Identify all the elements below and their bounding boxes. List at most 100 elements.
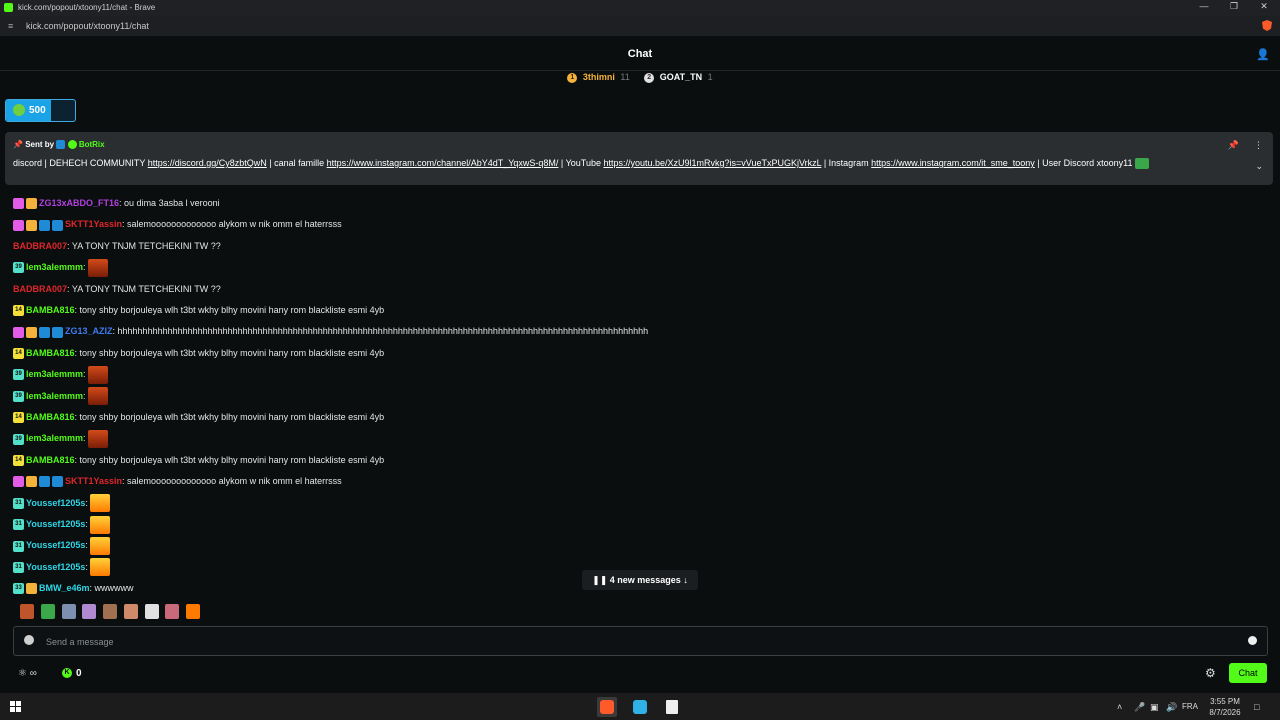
emote-icon[interactable] <box>103 604 118 619</box>
gold-medal-icon: 1 <box>567 72 578 83</box>
leaderboard-item[interactable]: 1 3thimni 11 <box>567 72 630 83</box>
language-indicator[interactable]: FRA <box>1182 702 1198 711</box>
subscriber-badge-icon: 31 <box>13 561 24 573</box>
chat-username[interactable]: BAMBA816 <box>26 348 75 358</box>
chat-username[interactable]: Youssef1205s <box>26 562 85 572</box>
chat-message: SKTT1Yassin: salemooooooooooooo alykom w… <box>13 214 342 234</box>
verified-badge-icon <box>39 326 50 338</box>
new-messages-button[interactable]: ❚❚ 4 new messages ↓ <box>582 570 698 590</box>
chevron-down-icon[interactable]: ⌄ <box>1255 161 1263 172</box>
crown-badge-icon <box>26 219 37 231</box>
minimize-icon[interactable]: — <box>1188 1 1220 15</box>
chat-username[interactable]: lem3alemmm <box>26 391 83 401</box>
site-info-icon[interactable]: ≡ <box>8 21 18 31</box>
emote-icon[interactable] <box>123 604 138 619</box>
goal-value: 500 <box>29 105 46 116</box>
leader-name: GOAT_TN <box>659 72 703 82</box>
app-taskbar-icon[interactable] <box>630 697 650 717</box>
chat-username[interactable]: BAMBA816 <box>26 455 75 465</box>
more-options-icon[interactable]: ⋮ <box>1254 140 1263 151</box>
chat-username[interactable]: lem3alemmm <box>26 369 83 379</box>
flame-emote-icon <box>90 515 111 534</box>
system-clock[interactable]: 3:55 PM 8/7/2026 <box>1205 696 1245 718</box>
pinned-sender-name[interactable]: BotRix <box>79 140 105 149</box>
url-text[interactable]: kick.com/popout/xtoony11/chat <box>26 21 149 31</box>
chat-username[interactable]: ZG13_AZIZ <box>65 326 113 336</box>
pinned-text-segment: | User Discord xtoony11 <box>1034 158 1133 168</box>
emote-icon[interactable] <box>186 604 201 619</box>
emote-icon[interactable] <box>61 604 76 619</box>
network-icon[interactable]: ▣ <box>1150 702 1159 713</box>
windows-start-icon[interactable] <box>10 701 21 712</box>
chat-username[interactable]: Youssef1205s <box>26 519 85 529</box>
leaderboard-item[interactable]: 2 GOAT_TN 1 <box>644 72 713 83</box>
kick-points-value: 0 <box>76 668 82 679</box>
pinned-link[interactable]: https://youtu.be/XzU9l1mRvkg?is=vVueTxPU… <box>603 158 821 168</box>
verified-badge-icon <box>52 326 63 338</box>
chat-username[interactable]: BADBRA007 <box>13 284 67 294</box>
chat-username[interactable]: BADBRA007 <box>13 241 67 251</box>
pinned-text-segment: | canal famille <box>266 158 327 168</box>
pin-icon: 📌 <box>13 140 23 149</box>
chat-username[interactable]: lem3alemmm <box>26 262 83 272</box>
maximize-icon[interactable]: ❐ <box>1218 1 1250 15</box>
emote-icon[interactable] <box>165 604 180 619</box>
emote-icon[interactable] <box>82 604 97 619</box>
subscriber-badge-icon: 39 <box>13 369 24 381</box>
fire-emote-icon <box>88 258 109 277</box>
chat-message: 39 lem3alemmm: <box>13 257 109 277</box>
pinned-link[interactable]: https://www.instagram.com/channel/AbY4dT… <box>327 158 559 168</box>
chat-username[interactable]: ZG13xABDO_FT16 <box>39 198 119 208</box>
brave-shield-icon[interactable] <box>1262 20 1272 31</box>
volume-icon[interactable]: 🔊 <box>1166 702 1177 713</box>
microphone-icon[interactable]: 🎤 <box>1134 702 1145 713</box>
flame-emote-icon <box>90 537 111 556</box>
chat-message: ZG13xABDO_FT16: ou dima 3asba l verooni <box>13 193 220 213</box>
chat-message: ZG13_AZIZ: hhhhhhhhhhhhhhhhhhhhhhhhhhhhh… <box>13 321 648 341</box>
chat-username[interactable]: Youssef1205s <box>26 540 85 550</box>
user-list-icon[interactable]: 👤 <box>1256 48 1270 61</box>
chat-username[interactable]: lem3alemmm <box>26 433 83 443</box>
chat-username[interactable]: SKTT1Yassin <box>65 219 122 229</box>
close-icon[interactable]: ✕ <box>1248 1 1280 15</box>
gear-icon[interactable]: ⚙ <box>1205 666 1216 680</box>
clock-time: 3:55 PM <box>1210 697 1240 706</box>
chat-message-text: salemooooooooooooo alykom w nik omm el h… <box>127 476 342 487</box>
chat-header: Chat 👤 <box>0 37 1280 71</box>
emote-icon[interactable] <box>40 604 55 619</box>
chat-username[interactable]: SKTT1Yassin <box>65 476 122 486</box>
chat-username[interactable]: Youssef1205s <box>26 498 85 508</box>
address-bar[interactable]: ≡ kick.com/popout/xtoony11/chat <box>0 16 1280 36</box>
document-taskbar-icon[interactable] <box>663 697 683 717</box>
unpin-icon[interactable]: 📌 <box>1228 140 1239 151</box>
subscriber-badge-icon: 31 <box>13 519 24 531</box>
chat-username[interactable]: BAMBA816 <box>26 412 75 422</box>
chat-goal[interactable]: 500 <box>5 99 76 122</box>
subscriber-badge-icon: 39 <box>13 262 24 274</box>
emote-icon[interactable] <box>144 604 159 619</box>
chat-messages: ZG13xABDO_FT16: ou dima 3asba l verooni S… <box>0 193 1280 595</box>
quick-emote-bar <box>20 604 204 622</box>
chat-title: Chat <box>627 48 653 60</box>
chat-message: BADBRA007: YA TONY TNJM TETCHEKINI TW ?? <box>13 236 221 256</box>
emote-icon[interactable] <box>20 604 34 619</box>
send-message-input[interactable] <box>44 632 1228 652</box>
gifter-leaderboard: 1 3thimni 11 2 GOAT_TN 1 <box>0 72 1280 90</box>
sent-by-label: Sent by <box>25 140 55 149</box>
chat-username[interactable]: BAMBA816 <box>26 305 75 315</box>
emoji-picker-icon[interactable] <box>1248 636 1257 645</box>
pinned-link[interactable]: https://www.instagram.com/it_sme_toony <box>871 158 1035 168</box>
chat-send-button[interactable]: Chat <box>1229 663 1267 683</box>
chat-message: 14 BAMBA816: tony shby borjouleya wlh t3b… <box>13 407 384 427</box>
chat-username[interactable]: BMW_e46m <box>39 583 90 593</box>
channel-points-icon[interactable]: ⚛ ∞ <box>18 668 37 679</box>
leader-name: 3thimni <box>582 72 615 82</box>
notifications-icon[interactable]: □ <box>1254 702 1259 712</box>
chevron-up-icon[interactable]: ˄ <box>1117 702 1122 712</box>
verified-badge-icon <box>52 219 63 231</box>
pinned-link[interactable]: https://discord.gg/Cy8zbtQwN <box>148 158 267 168</box>
chat-message-text: ou dima 3asba l verooni <box>124 198 220 208</box>
kick-points[interactable]: K0 <box>62 668 82 679</box>
brave-taskbar-icon[interactable] <box>597 697 617 717</box>
chat-message: 31 Youssef1205s: <box>13 493 111 513</box>
